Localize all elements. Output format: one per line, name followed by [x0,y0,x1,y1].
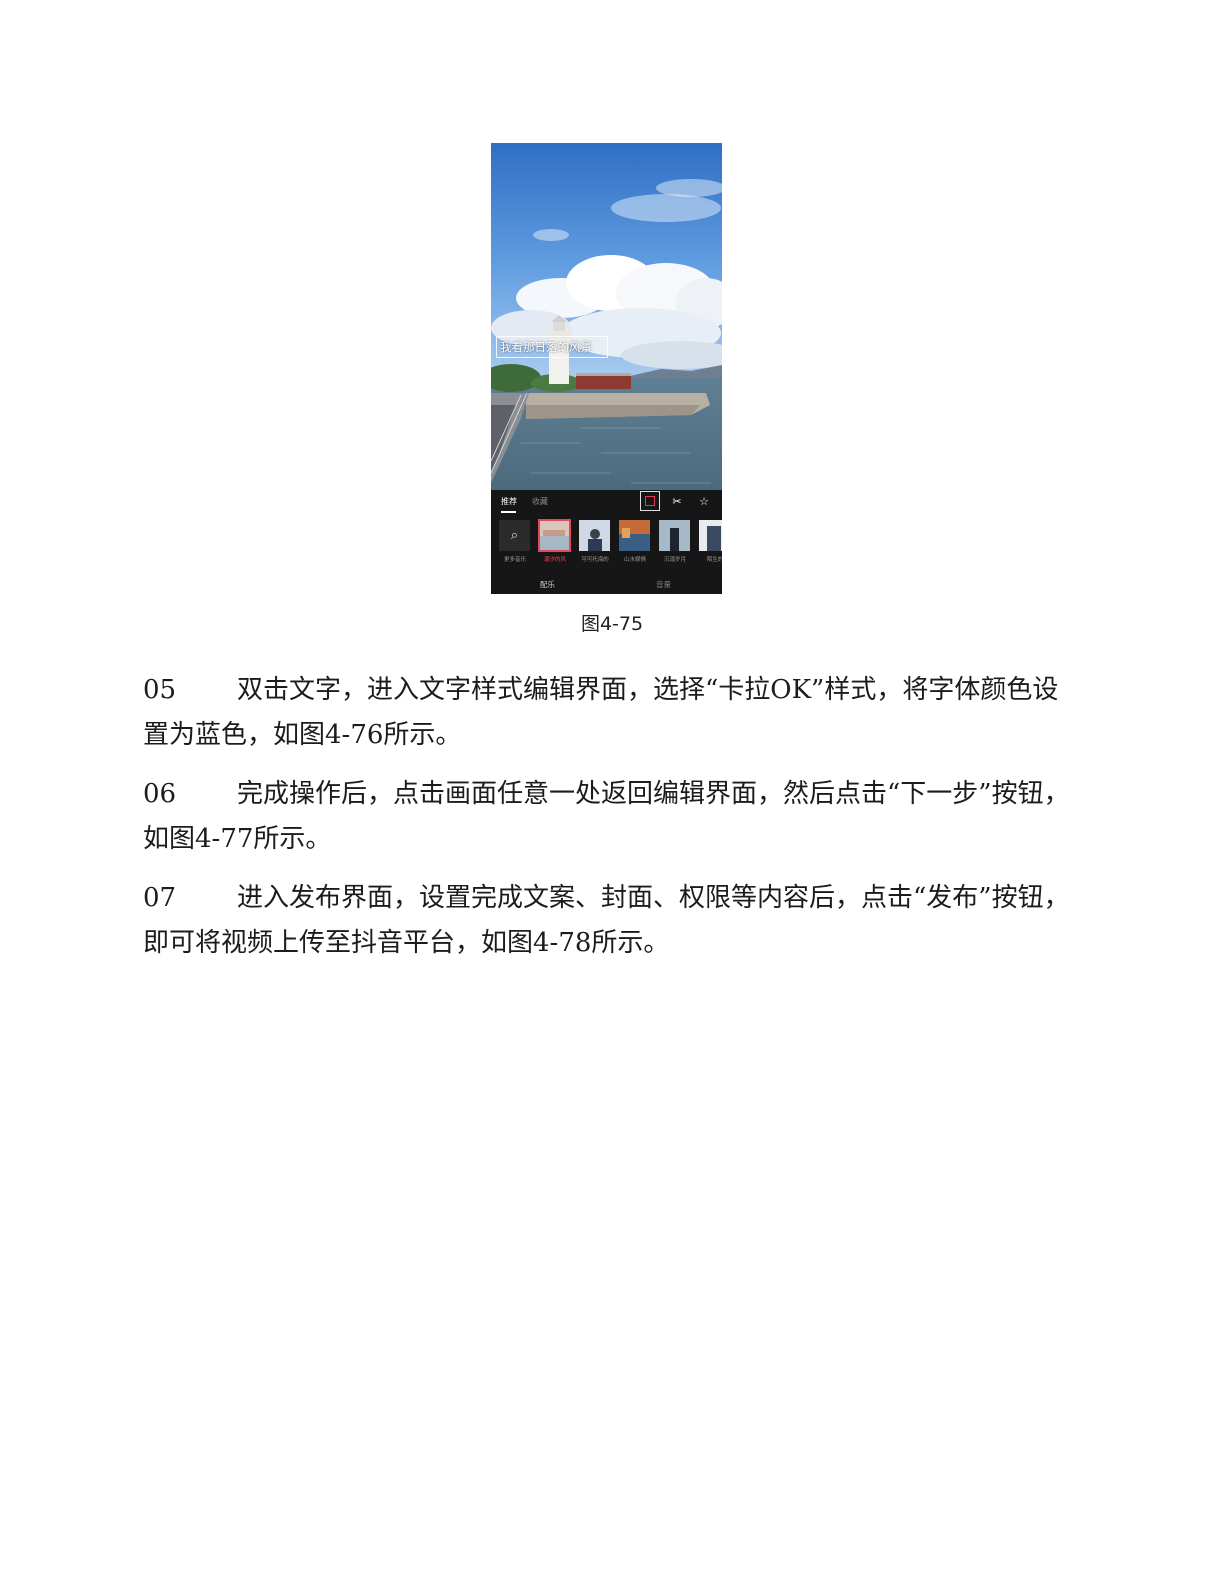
music-item-label: 沉溺岁月 [663,557,686,563]
music-item[interactable]: 沉溺岁月 [659,520,691,563]
music-cover [579,520,610,551]
music-list: ⌕ 更多音乐 潮汐的风 可可托海的 山水娱情 沉溺岁月 陌生的 [499,519,722,572]
tab-volume[interactable]: 音量 [656,579,671,590]
video-text-overlay[interactable]: 我看那日落的风景 [496,336,608,358]
music-item[interactable]: 山水娱情 [619,520,651,563]
music-cover [538,519,571,552]
music-item-label: 潮汐的风 [543,557,566,563]
music-item-label: 陌生的 [706,557,722,563]
music-item[interactable]: 陌生的 [699,520,722,563]
music-item-more[interactable]: ⌕ 更多音乐 [499,520,531,563]
music-item-label: 更多音乐 [503,557,526,563]
phone-screenshot: 我看那日落的风景 推荐 收藏 ✂ ☆ ⌕ 更多音乐 潮汐的风 可可托海的 山水娱… [491,143,722,594]
step-number: 06 [143,779,177,809]
step-text: 进入发布界面，设置完成文案、封面、权限等内容后，点击“发布”按钮，即可将视频上传… [143,883,1070,958]
tab-soundtrack[interactable]: 配乐 [540,579,555,590]
tab-recommend[interactable]: 推荐 [501,496,517,507]
music-item-label: 山水娱情 [623,557,646,563]
star-icon[interactable]: ☆ [694,491,714,511]
tab-favorites[interactable]: 收藏 [532,496,548,507]
music-panel: 推荐 收藏 ✂ ☆ ⌕ 更多音乐 潮汐的风 可可托海的 山水娱情 沉溺岁月 陌生… [491,490,722,594]
scissors-icon[interactable]: ✂ [667,491,687,511]
color-icon[interactable] [640,491,660,511]
step-paragraph: 05 双击文字，进入文字样式编辑界面，选择“卡拉OK”样式，将字体颜色设置为蓝色，… [143,668,1073,758]
search-icon: ⌕ [499,520,530,551]
music-cover [699,520,722,551]
step-text: 双击文字，进入文字样式编辑界面，选择“卡拉OK”样式，将字体颜色设置为蓝色，如图… [143,675,1059,750]
music-item[interactable]: 潮汐的风 [538,519,571,563]
figure-caption: 图4-75 [580,613,644,635]
active-tab-indicator [501,511,516,513]
step-paragraph: 07 进入发布界面，设置完成文案、封面、权限等内容后，点击“发布”按钮，即可将视频… [143,876,1073,966]
step-paragraph: 06 完成操作后，点击画面任意一处返回编辑界面，然后点击“下一步”按钮，如图4-7… [143,772,1073,862]
music-item-label: 可可托海的 [581,557,609,563]
music-cover [659,520,690,551]
music-item[interactable]: 可可托海的 [579,520,611,563]
step-number: 05 [143,675,177,705]
music-cover [619,520,650,551]
step-number: 07 [143,883,177,913]
step-text: 完成操作后，点击画面任意一处返回编辑界面，然后点击“下一步”按钮，如图4-77所… [143,779,1070,854]
